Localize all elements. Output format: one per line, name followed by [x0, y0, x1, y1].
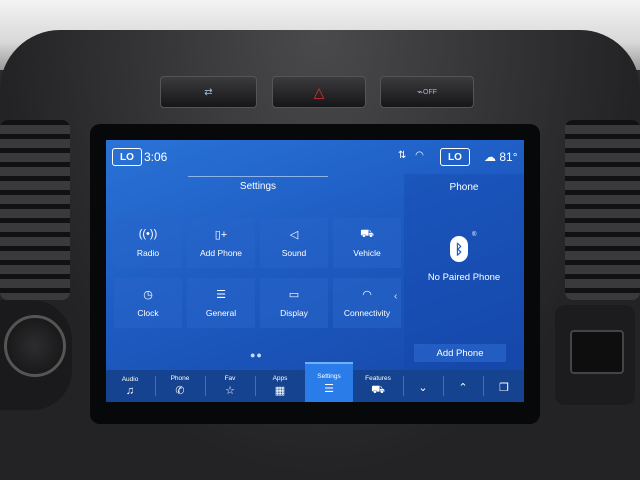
nav-apps[interactable]: Apps ▦: [256, 370, 304, 402]
speaker-icon: ◁: [289, 229, 299, 241]
status-bar: LO 3:06 ⇅ ◠ LO ☁ 81°: [106, 140, 524, 174]
bluetooth-icon: ᛒ: [450, 236, 468, 262]
driver-temp-badge[interactable]: LO: [112, 148, 142, 166]
settings-sliders-icon: ☰: [324, 383, 334, 395]
tile-radio[interactable]: ((•)) Radio: [114, 218, 182, 268]
nav-label: Features: [365, 374, 391, 382]
tile-clock[interactable]: ◷ Clock: [114, 278, 182, 328]
outside-temp-value: 81°: [499, 150, 518, 164]
nav-split-view[interactable]: ❐: [484, 370, 524, 402]
nav-expand[interactable]: ⌃: [444, 370, 482, 402]
right-switch[interactable]: [570, 330, 624, 374]
traction-control-button[interactable]: ⌁ OFF: [380, 76, 474, 108]
nav-label: Apps: [272, 375, 288, 382]
weather-icon: ☁: [484, 150, 500, 164]
nav-audio[interactable]: Audio ♫: [106, 370, 154, 402]
tile-sound[interactable]: ◁ Sound: [260, 218, 328, 268]
split-view-icon: ❐: [499, 381, 509, 394]
tile-display[interactable]: ▭ Display: [260, 278, 328, 328]
nav-label: Audio: [121, 375, 139, 383]
clock-icon: ◷: [143, 289, 153, 301]
bottom-nav-bar: Audio ♫ Phone ✆ Fav ☆ Apps ▦ Settings ☰ …: [106, 362, 524, 402]
traction-off-label: OFF: [423, 88, 438, 96]
vehicle-icon: ⛟: [360, 228, 374, 240]
knob-dial[interactable]: [4, 315, 66, 377]
clock-time: 3:06: [144, 150, 168, 164]
left-air-vent: [0, 120, 70, 300]
tile-vehicle[interactable]: ⛟ Vehicle: [333, 218, 401, 268]
nav-phone[interactable]: Phone ✆: [156, 370, 204, 402]
passenger-temp-badge[interactable]: LO: [440, 148, 470, 166]
settings-panel: Settings ((•)) Radio ▯+ Add Phone ◁ Soun…: [106, 174, 402, 370]
tile-add-phone[interactable]: ▯+ Add Phone: [187, 218, 255, 268]
tile-general[interactable]: ☰ General: [187, 278, 255, 328]
right-switch-panel: [555, 305, 635, 405]
hazard-icon: △: [313, 83, 325, 100]
nav-label: Settings: [317, 373, 341, 380]
phone-icon: ✆: [175, 385, 185, 397]
infotainment-screen: LO 3:06 ⇅ ◠ LO ☁ 81° Settings ((•)) Radi…: [106, 140, 524, 402]
radio-icon: ((•)): [138, 228, 158, 240]
settings-title: Settings: [188, 176, 328, 192]
tile-label: Display: [280, 308, 308, 318]
recirculation-button[interactable]: ⇄: [160, 76, 257, 108]
hazard-button[interactable]: △: [272, 76, 366, 108]
star-icon: ☆: [225, 385, 235, 397]
tile-label: Vehicle: [353, 248, 381, 258]
chevron-left-icon[interactable]: ‹: [394, 291, 397, 302]
music-note-icon: ♫: [125, 384, 135, 397]
drive-mode-knob[interactable]: [0, 300, 72, 410]
tile-label: Add Phone: [199, 248, 243, 258]
add-phone-button[interactable]: Add Phone: [414, 344, 506, 362]
phone-status: No Paired Phone: [427, 272, 501, 283]
tile-connectivity[interactable]: ◠ Connectivity: [333, 278, 401, 328]
tile-label: Clock: [137, 308, 159, 318]
nav-label: Phone: [170, 375, 190, 382]
outside-temperature: ☁ 81°: [484, 150, 518, 164]
wifi-icon: ◠: [362, 289, 372, 301]
apps-grid-icon: ▦: [274, 385, 286, 397]
display-icon: ▭: [288, 289, 300, 301]
truck-icon: ⛟: [371, 383, 385, 396]
tile-label: Connectivity: [343, 308, 391, 318]
nav-features[interactable]: Features ⛟: [354, 370, 402, 402]
tile-label: Radio: [136, 248, 160, 258]
phone-panel: Phone ᛒ ® No Paired Phone Add Phone: [404, 174, 524, 370]
chevron-up-icon: ⌃: [458, 381, 468, 394]
nav-collapse[interactable]: ⌄: [404, 370, 442, 402]
nav-label: Fav: [224, 375, 236, 382]
signal-wifi-icon: ⇅ ◠: [398, 150, 427, 161]
nav-fav[interactable]: Fav ☆: [206, 370, 254, 402]
hardware-button-row: ⇄ △ ⌁ OFF: [160, 76, 480, 108]
tile-label: Sound: [281, 248, 307, 258]
add-phone-icon: ▯+: [214, 229, 228, 241]
nav-settings[interactable]: Settings ☰: [305, 362, 353, 402]
tile-label: General: [205, 308, 237, 318]
recirculation-icon: ⇄: [204, 86, 213, 98]
right-air-vent: [565, 120, 640, 300]
phone-title: Phone: [449, 182, 479, 193]
sliders-icon: ☰: [216, 289, 226, 301]
page-indicator-dots[interactable]: ●●: [250, 350, 263, 360]
registered-mark: ®: [472, 232, 477, 238]
chevron-down-icon: ⌄: [418, 381, 428, 394]
